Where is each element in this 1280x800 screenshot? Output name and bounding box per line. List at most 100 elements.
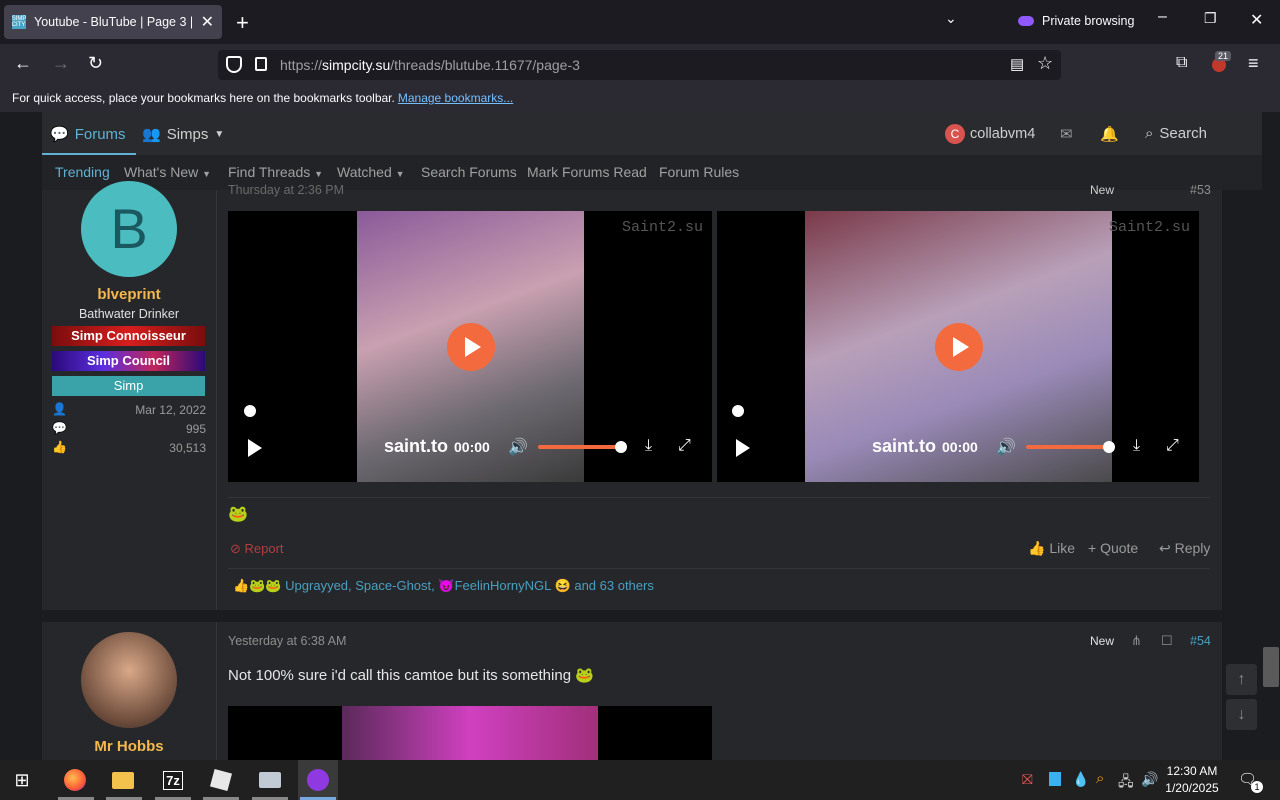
post-date[interactable]: Yesterday at 6:38 AM bbox=[228, 634, 346, 648]
reader-view-icon[interactable]: ▤ bbox=[1010, 55, 1024, 73]
window-close-icon[interactable]: ✕ bbox=[1250, 10, 1263, 30]
report-link[interactable]: ⊘ Report bbox=[230, 541, 284, 557]
subnav-whats-new[interactable]: What's New ▼ bbox=[124, 164, 211, 180]
avatar[interactable]: B bbox=[81, 181, 177, 277]
volume-icon[interactable]: 🔊 bbox=[508, 437, 528, 457]
close-tab-icon[interactable]: ✕ bbox=[201, 12, 214, 32]
time-display: 00:00 bbox=[454, 439, 490, 455]
devil-emoji-icon: 😈 bbox=[438, 578, 455, 593]
post-date[interactable]: Thursday at 2:36 PM bbox=[228, 183, 344, 197]
volume-slider[interactable] bbox=[1026, 445, 1110, 449]
subnav-forum-rules[interactable]: Forum Rules bbox=[659, 164, 739, 180]
network-icon[interactable]: 🖧 bbox=[1118, 771, 1134, 795]
windows-start-icon[interactable]: ⊞ bbox=[2, 760, 42, 800]
tray-app-icon[interactable] bbox=[1049, 772, 1061, 786]
shield-icon[interactable] bbox=[226, 56, 242, 73]
video-player[interactable]: Saint2.su saint.to 00:00 🔊 ⤓ ⤢ bbox=[717, 211, 1199, 482]
network-app-icon[interactable] bbox=[250, 760, 290, 800]
tray-app-icon[interactable]: ⛝ bbox=[1022, 771, 1033, 788]
extensions-icon[interactable]: ⧉ bbox=[1176, 54, 1187, 72]
lock-icon[interactable] bbox=[255, 57, 267, 71]
roblox-icon[interactable] bbox=[201, 760, 241, 800]
fullscreen-icon[interactable]: ⤢ bbox=[678, 437, 691, 455]
reload-icon[interactable]: ↻ bbox=[88, 53, 103, 74]
scroll-down-button[interactable]: ↓ bbox=[1226, 699, 1257, 730]
bookmark-star-icon[interactable]: ☆ bbox=[1037, 53, 1053, 74]
volume-icon[interactable]: 🔊 bbox=[996, 437, 1016, 457]
like-button[interactable]: 👍 Like bbox=[1028, 540, 1075, 557]
avatar[interactable] bbox=[81, 632, 177, 728]
video-player[interactable] bbox=[228, 706, 712, 760]
tray-drop-icon[interactable]: 💧 bbox=[1072, 771, 1089, 788]
fullscreen-icon[interactable]: ⤢ bbox=[1166, 437, 1179, 455]
volume-icon[interactable]: 🔊 bbox=[1141, 771, 1158, 788]
play-overlay-button[interactable] bbox=[935, 323, 983, 371]
volume-handle[interactable] bbox=[1103, 441, 1115, 453]
tab-list-chevron-icon[interactable]: ⌄ bbox=[945, 10, 957, 27]
video-thumbnail bbox=[342, 706, 598, 760]
post-number[interactable]: #54 bbox=[1190, 634, 1211, 648]
banner-simp-council: Simp Council bbox=[52, 351, 205, 371]
volume-slider[interactable] bbox=[538, 445, 622, 449]
url-text[interactable]: https://simpcity.su/threads/blutube.1167… bbox=[280, 57, 580, 73]
play-overlay-button[interactable] bbox=[447, 323, 495, 371]
forward-icon[interactable]: → bbox=[52, 53, 70, 74]
inbox-icon[interactable]: ✉ bbox=[1060, 125, 1073, 143]
quote-button[interactable]: + Quote bbox=[1088, 540, 1138, 556]
banner-simp: Simp bbox=[52, 376, 205, 396]
back-icon[interactable]: ← bbox=[14, 53, 32, 74]
tab-title: Youtube - BluTube | Page 3 | Sir bbox=[34, 15, 195, 29]
menu-icon[interactable]: ≡ bbox=[1248, 53, 1259, 74]
subnav-search-forums[interactable]: Search Forums bbox=[421, 164, 517, 180]
play-icon[interactable] bbox=[248, 439, 262, 457]
private-browser-app-icon[interactable] bbox=[298, 760, 338, 800]
nav-forums[interactable]: 💬 Forums bbox=[50, 125, 126, 144]
username[interactable]: Mr Hobbs bbox=[42, 738, 216, 755]
subnav-mark-forums-read[interactable]: Mark Forums Read bbox=[527, 164, 647, 180]
scroll-up-button[interactable]: ↑ bbox=[1226, 664, 1257, 695]
bell-icon[interactable]: 🔔 bbox=[1100, 125, 1119, 143]
bookmark-icon[interactable]: ☐ bbox=[1161, 633, 1173, 649]
restore-icon[interactable]: ❐ bbox=[1204, 10, 1217, 27]
subnav-find-threads[interactable]: Find Threads ▼ bbox=[228, 164, 323, 180]
favicon-icon: SIMP CITY bbox=[11, 15, 27, 29]
manage-bookmarks-link[interactable]: Manage bookmarks... bbox=[398, 91, 513, 105]
site-header bbox=[42, 112, 1262, 155]
post-number[interactable]: #53 bbox=[1190, 183, 1211, 197]
reaction-icons: 👍🐸🐸 bbox=[233, 578, 286, 593]
tray-search-icon[interactable]: ⌕ bbox=[1096, 770, 1104, 787]
firefox-icon[interactable] bbox=[55, 760, 95, 800]
play-icon[interactable] bbox=[736, 439, 750, 457]
new-badge: New bbox=[1090, 634, 1115, 648]
scrollbar-thumb[interactable] bbox=[1263, 647, 1279, 687]
nav-simps-label: Simps bbox=[166, 125, 209, 143]
bookmarks-hint: For quick access, place your bookmarks h… bbox=[12, 91, 395, 105]
download-icon[interactable]: ⤓ bbox=[645, 437, 652, 455]
tab-active[interactable]: SIMP CITY Youtube - BluTube | Page 3 | S… bbox=[4, 5, 222, 39]
subnav-watched[interactable]: Watched ▼ bbox=[337, 164, 405, 180]
search-button[interactable]: ⌕ Search bbox=[1145, 125, 1207, 142]
7zip-icon[interactable]: 7z bbox=[153, 760, 193, 800]
subnav-trending[interactable]: Trending bbox=[55, 164, 110, 180]
reactions-bar[interactable]: 👍🐸🐸 Upgrayyed, Space-Ghost, 😈FeelinHorny… bbox=[233, 578, 654, 594]
volume-handle[interactable] bbox=[615, 441, 627, 453]
new-tab-icon[interactable]: + bbox=[236, 10, 249, 36]
minimize-icon[interactable]: – bbox=[1158, 8, 1167, 26]
file-explorer-icon[interactable] bbox=[103, 760, 143, 800]
video-player[interactable]: Saint2.su saint.to 00:00 🔊 ⤓ ⤢ bbox=[228, 211, 712, 482]
share-icon[interactable]: ⋔ bbox=[1131, 633, 1142, 649]
private-browsing-label: Private browsing bbox=[1042, 14, 1135, 28]
download-icon[interactable]: ⤓ bbox=[1133, 437, 1140, 455]
nav-simps[interactable]: 👥 Simps ▼ bbox=[142, 125, 224, 144]
username[interactable]: blveprint bbox=[42, 286, 216, 303]
message-count: 995 bbox=[185, 422, 206, 436]
reaction-score: 30,513 bbox=[169, 441, 206, 455]
play-icon bbox=[465, 337, 481, 357]
reply-button[interactable]: ↩ Reply bbox=[1159, 540, 1210, 557]
notification-count: 1 bbox=[1251, 781, 1263, 793]
avatar[interactable]: C bbox=[945, 124, 965, 144]
progress-dot[interactable] bbox=[732, 405, 744, 417]
progress-dot[interactable] bbox=[244, 405, 256, 417]
system-clock[interactable]: 12:30 AM 1/20/2025 bbox=[1162, 763, 1222, 797]
account-username[interactable]: collabvm4 bbox=[970, 126, 1035, 142]
